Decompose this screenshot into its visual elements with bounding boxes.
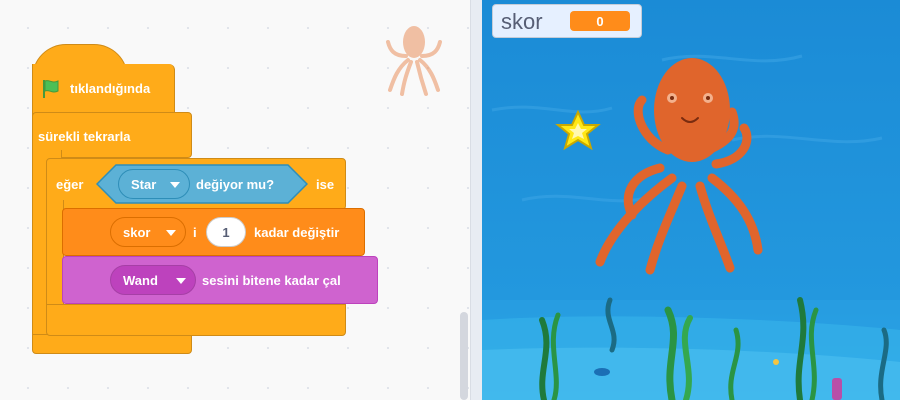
sound-block-label: sesini bitene kadar çal [202,273,341,288]
sound-dropdown[interactable]: Wand [110,265,196,295]
variable-dropdown[interactable]: skor [110,217,186,247]
forever-block-label: sürekli tekrarla [38,129,131,144]
forever-block-bottom[interactable] [32,334,192,354]
if-block-suffix: ise [316,177,335,192]
change-block-connector: i [193,225,197,240]
green-flag-icon [43,80,59,98]
octopus-sprite-head [654,58,730,162]
monitor-value: 0 [570,11,630,31]
change-block-label: kadar değiştir [254,225,340,240]
chevron-down-icon [176,278,186,284]
octopus-sprite-watermark-icon [386,26,442,96]
sprite-dropdown[interactable]: Star [118,169,190,199]
panel-divider [470,0,482,400]
stage[interactable] [482,0,900,400]
if-block-bottom[interactable] [46,304,346,336]
amount-input[interactable]: 1 [206,217,246,247]
variable-monitor[interactable]: skor 0 [492,4,642,38]
chevron-down-icon [166,230,176,236]
sound-dropdown-value: Wand [123,272,158,288]
variable-dropdown-value: skor [123,224,151,240]
sprite-dropdown-value: Star [131,176,157,192]
code-area[interactable]: tıklandığında sürekli tekrarla eğer ise … [0,0,470,400]
hat-block-label: tıklandığında [70,81,151,96]
vertical-scrollbar[interactable] [460,312,468,400]
chevron-down-icon [170,182,180,188]
monitor-label: skor [501,9,543,34]
if-block-prefix: eğer [56,177,84,192]
underwater-backdrop [482,0,900,400]
sensing-block-label: değiyor mu? [196,177,275,192]
